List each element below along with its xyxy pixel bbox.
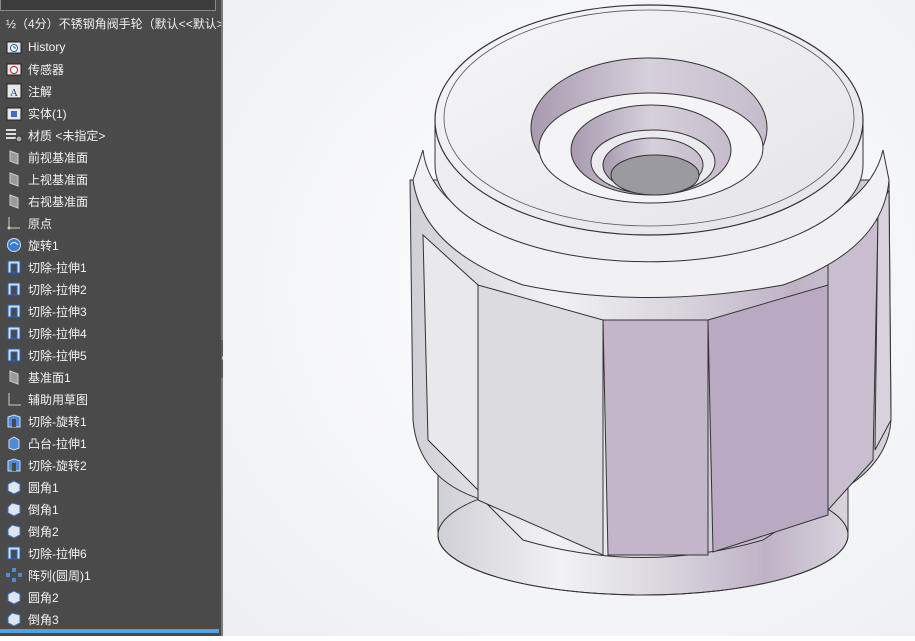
tree-item-label: 注解 [28, 84, 53, 99]
tree-item[interactable]: 切除-拉伸4 [0, 322, 221, 344]
tree-item[interactable]: 切除-旋转1 [0, 410, 221, 432]
tree-item[interactable]: 切除-拉伸3 [0, 300, 221, 322]
tree-item[interactable]: 倒角2 [0, 520, 221, 542]
tree-item-label: 切除-拉伸5 [28, 348, 87, 363]
tree-item[interactable]: 切除-拉伸6 [0, 542, 221, 564]
sensor-icon [5, 60, 23, 78]
tree-item[interactable]: 切除-拉伸2 [0, 278, 221, 300]
cut-extrude-icon [5, 324, 23, 342]
tree-item[interactable]: 倒角1 [0, 498, 221, 520]
tree-item-label: 辅助用草图 [28, 392, 89, 407]
tree-item[interactable]: 切除-旋转2 [0, 454, 221, 476]
tree-item-label: 圆角2 [28, 590, 59, 605]
tree-selection-bar [0, 629, 219, 633]
cut-extrude-icon [5, 280, 23, 298]
svg-text:A: A [10, 87, 18, 99]
tree-item[interactable]: 传感器 [0, 58, 221, 80]
fillet-icon [5, 478, 23, 496]
tree-item[interactable]: 圆角1 [0, 476, 221, 498]
circular-pattern-icon [5, 566, 23, 584]
tree-item[interactable]: History [0, 36, 221, 58]
chamfer-icon [5, 610, 23, 628]
annotation-icon: A [5, 82, 23, 100]
tree-item-label: 切除-拉伸2 [28, 282, 87, 297]
cut-extrude-icon [5, 544, 23, 562]
tree-item-label: 前视基准面 [28, 150, 89, 165]
tree-item-label: 切除-拉伸3 [28, 304, 87, 319]
tree-item[interactable]: 前视基准面 [0, 146, 221, 168]
tree-item-label: 材质 <未指定> [28, 128, 106, 143]
tree-item[interactable]: 材质 <未指定> [0, 124, 221, 146]
part-model [223, 0, 915, 636]
tree-item-label: 切除-拉伸4 [28, 326, 87, 341]
tree-item-label: 倒角3 [28, 612, 59, 627]
feature-manager-tree: ½（4分）不锈钢角阀手轮（默认<<默认> History 传感器 A 注解实体(1) 材… [0, 0, 221, 636]
tree-item-label: 旋转1 [28, 238, 59, 253]
tree-root-part[interactable]: ½（4分）不锈钢角阀手轮（默认<<默认> [0, 15, 221, 33]
tree-root-label: ½（4分）不锈钢角阀手轮（默认<<默认> [6, 17, 221, 31]
cut-extrude-icon [5, 302, 23, 320]
tree-item-label: 原点 [28, 216, 53, 231]
cut-revolve-icon [5, 456, 23, 474]
solid-bodies-icon [5, 104, 23, 122]
plane-icon [5, 170, 23, 188]
tree-item[interactable]: 基准面1 [0, 366, 221, 388]
tree-item[interactable]: 阵列(圆周)1 [0, 564, 221, 586]
tree-item-label: 切除-拉伸1 [28, 260, 87, 275]
tree-item-label: 实体(1) [28, 106, 67, 121]
cut-extrude-icon [5, 258, 23, 276]
tree-item-label: 基准面1 [28, 370, 71, 385]
sketch-icon [5, 390, 23, 408]
tree-item[interactable]: 圆角2 [0, 586, 221, 608]
fillet-icon [5, 588, 23, 606]
tree-filter-box[interactable] [0, 0, 216, 11]
tree-item-label: 切除-旋转1 [28, 414, 87, 429]
tree-item[interactable]: 实体(1) [0, 102, 221, 124]
cut-revolve-icon [5, 412, 23, 430]
tree-item[interactable]: 切除-拉伸5 [0, 344, 221, 366]
tree-item[interactable]: 凸台-拉伸1 [0, 432, 221, 454]
tree-item-label: 上视基准面 [28, 172, 89, 187]
tree-item[interactable]: 倒角3 [0, 608, 221, 630]
tree-item-label: 倒角2 [28, 524, 59, 539]
tree-item-label: 凸台-拉伸1 [28, 436, 87, 451]
material-icon [5, 126, 23, 144]
tree-item[interactable]: 原点 [0, 212, 221, 234]
plane-icon [5, 148, 23, 166]
tree-item-label: 传感器 [28, 62, 65, 77]
plane-icon [5, 192, 23, 210]
tree-item[interactable]: 上视基准面 [0, 168, 221, 190]
tree-item-label: 切除-旋转2 [28, 458, 87, 473]
tree-item-label: 倒角1 [28, 502, 59, 517]
boss-extrude-icon [5, 434, 23, 452]
tree-item-label: 切除-拉伸6 [28, 546, 87, 561]
plane-icon [5, 368, 23, 386]
chamfer-icon [5, 500, 23, 518]
origin-icon [5, 214, 23, 232]
chamfer-icon [5, 522, 23, 540]
tree-item[interactable]: 旋转1 [0, 234, 221, 256]
history-icon [5, 38, 23, 56]
tree-item-label: History [28, 40, 66, 54]
tree-item[interactable]: 辅助用草图 [0, 388, 221, 410]
cut-extrude-icon [5, 346, 23, 364]
tree-item-label: 右视基准面 [28, 194, 89, 209]
graphics-viewport[interactable] [223, 0, 915, 636]
tree-item[interactable]: 右视基准面 [0, 190, 221, 212]
tree-item[interactable]: A 注解 [0, 80, 221, 102]
revolve-icon [5, 236, 23, 254]
tree-item-label: 阵列(圆周)1 [28, 568, 91, 583]
tree-item-label: 圆角1 [28, 480, 59, 495]
tree-item[interactable]: 切除-拉伸1 [0, 256, 221, 278]
